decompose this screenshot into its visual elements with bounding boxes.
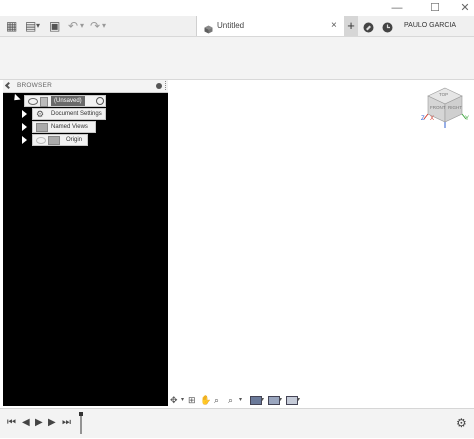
timeline-first-icon[interactable]: ⏮: [7, 415, 16, 431]
timeline-play-icon[interactable]: ▶: [35, 415, 43, 431]
browser-item-label: Origin: [66, 137, 83, 143]
new-tab-button[interactable]: +: [344, 16, 358, 36]
expand-origin-chevron-icon[interactable]: [22, 136, 27, 144]
viewcube-top-face[interactable]: TOP: [439, 92, 448, 97]
undo-icon[interactable]: ↶: [68, 19, 78, 33]
browser-header: BROWSER: [3, 80, 168, 93]
document-title: Untitled: [217, 21, 245, 30]
file-menu-icon[interactable]: ▤: [25, 19, 36, 33]
gear-icon: ⚙: [36, 109, 45, 119]
ribbon-area: [0, 37, 474, 80]
visibility-eye-hidden-icon[interactable]: [36, 137, 46, 144]
browser-item-origin[interactable]: Origin: [32, 134, 88, 146]
save-icon[interactable]: ▣: [49, 19, 60, 33]
browser-panel: (Unsaved) ⚙ Document Settings Named View…: [3, 93, 168, 406]
undo-dropdown-chevron-icon[interactable]: ▾: [80, 19, 84, 33]
axis-z-label: Z: [421, 116, 425, 122]
redo-icon[interactable]: ↷: [90, 19, 100, 33]
viewports-dropdown-chevron-icon[interactable]: ▾: [297, 393, 300, 407]
browser-options-icon[interactable]: [156, 83, 162, 89]
expand-root-chevron-icon[interactable]: [11, 93, 21, 104]
viewcube-front-face[interactable]: FRONT: [430, 105, 446, 110]
pan-hand-icon[interactable]: ✋: [200, 393, 211, 407]
collapse-browser-icon[interactable]: [4, 81, 13, 90]
visibility-eye-icon[interactable]: [28, 98, 38, 105]
timeline-last-icon[interactable]: ⏭: [62, 415, 71, 431]
look-at-icon[interactable]: ⊞: [188, 393, 196, 407]
redo-dropdown-chevron-icon[interactable]: ▾: [102, 19, 106, 33]
display-dropdown-chevron-icon[interactable]: ▾: [261, 393, 264, 407]
close-window-button[interactable]: ✕: [450, 0, 474, 16]
file-dropdown-chevron-icon[interactable]: ▾: [36, 19, 40, 33]
root-document-label: (Unsaved): [51, 96, 85, 106]
minimize-button[interactable]: —: [382, 0, 412, 16]
axis-y-label: Y: [465, 116, 470, 122]
job-status-icon[interactable]: [363, 20, 374, 33]
timeline-next-icon[interactable]: ▶: [48, 415, 56, 431]
browser-title: BROWSER: [17, 82, 52, 89]
activate-radio-icon[interactable]: [96, 97, 104, 105]
browser-item-label: Named Views: [51, 124, 88, 130]
timeline-settings-gear-icon[interactable]: ⚙: [456, 415, 467, 431]
quick-access-toolbar: ▦ ▤ ▾ ▣ ↶ ▾ ↷ ▾ Untitled × + PAULO GARCI…: [0, 16, 474, 37]
axis-x-label: X: [430, 116, 435, 122]
component-icon: [40, 97, 48, 107]
timeline-previous-icon[interactable]: ◀: [22, 415, 30, 431]
data-panel-grid-icon[interactable]: ▦: [6, 19, 17, 33]
grid-dropdown-chevron-icon[interactable]: ▾: [279, 393, 282, 407]
timeline-bar: ⏮ ◀ ▶ ▶ ⏭ ⚙: [0, 408, 474, 438]
timeline-marker-handle[interactable]: [79, 412, 83, 434]
fit-zoom-icon[interactable]: ⌕: [228, 393, 233, 407]
close-tab-button[interactable]: ×: [331, 19, 337, 33]
expand-document-settings-chevron-icon[interactable]: [22, 110, 27, 118]
expand-named-views-chevron-icon[interactable]: [22, 123, 27, 131]
viewcube[interactable]: TOP FRONT RIGHT: [420, 86, 470, 130]
user-account-name[interactable]: PAULO GARCIA: [404, 20, 456, 32]
window-titlebar: — ☐ ✕: [0, 0, 474, 16]
orbit-dropdown-chevron-icon[interactable]: ▾: [181, 393, 184, 407]
document-cube-icon: [204, 21, 213, 34]
orbit-axes-icon[interactable]: ✥: [170, 393, 178, 407]
folder-icon: [36, 123, 48, 132]
folder-icon: [48, 136, 60, 145]
zoom-window-icon[interactable]: ⌕: [214, 393, 219, 407]
navigation-toolbar: ✥ ▾ ⊞ ✋ ⌕ ⌕ ▾ ▾ ▾ ▾: [168, 393, 308, 407]
browser-item-label: Document Settings: [51, 111, 102, 117]
browser-root-node[interactable]: (Unsaved): [24, 95, 106, 107]
viewcube-right-face[interactable]: RIGHT: [448, 105, 462, 110]
browser-item-document-settings[interactable]: ⚙ Document Settings: [32, 108, 106, 120]
browser-item-named-views[interactable]: Named Views: [32, 121, 96, 133]
maximize-button[interactable]: ☐: [420, 0, 450, 16]
document-tab[interactable]: Untitled ×: [196, 16, 346, 36]
help-clock-icon[interactable]: [382, 20, 393, 33]
zoom-dropdown-chevron-icon[interactable]: ▾: [239, 393, 242, 407]
